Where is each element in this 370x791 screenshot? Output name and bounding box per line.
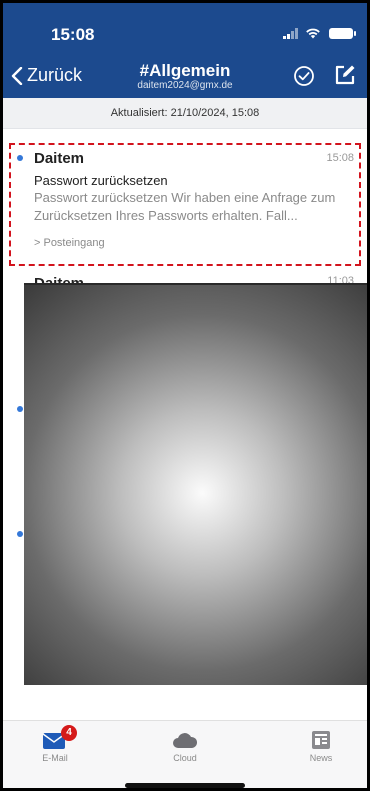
mail-folder: > Posteingang	[34, 237, 105, 249]
app-header: 15:08 Zurück #Allgemein daitem2024@gmx.d…	[3, 3, 367, 98]
updated-timestamp: Aktualisiert: 21/10/2024, 15:08	[3, 98, 367, 129]
select-check-icon[interactable]	[293, 65, 315, 87]
image-overlay	[24, 283, 367, 685]
tab-bar: 4 E-Mail Cloud News	[3, 720, 367, 788]
tab-label: News	[309, 753, 333, 763]
news-icon	[312, 731, 330, 749]
cloud-icon	[173, 733, 198, 748]
tab-label: E-Mail	[42, 753, 68, 763]
mail-subject: Passwort zurücksetzen	[34, 173, 168, 188]
unread-dot	[17, 531, 23, 537]
tab-cloud[interactable]: Cloud	[145, 729, 225, 763]
compose-icon[interactable]	[333, 63, 357, 87]
unread-dot	[17, 406, 23, 412]
tab-email[interactable]: 4 E-Mail	[15, 725, 95, 763]
status-time: 15:08	[51, 25, 95, 44]
status-icons	[283, 27, 356, 39]
mail-list-item[interactable]: Daitem 15:08 Passwort zurücksetzen Passw…	[3, 129, 367, 268]
wifi-icon	[306, 28, 320, 39]
phone-screen: 15:08 Zurück #Allgemein daitem2024@gmx.d…	[3, 3, 367, 788]
unread-badge: 4	[61, 725, 77, 741]
signal-icon	[283, 27, 298, 39]
tab-label: Cloud	[173, 753, 197, 763]
mail-time: 15:08	[326, 152, 354, 164]
mail-sender: Daitem	[34, 150, 85, 167]
mail-preview: Passwort zurücksetzen Wir haben eine Anf…	[34, 190, 336, 223]
unread-dot	[17, 155, 23, 161]
home-indicator	[125, 783, 245, 788]
tab-news[interactable]: News	[281, 729, 361, 763]
battery-icon	[329, 27, 356, 39]
